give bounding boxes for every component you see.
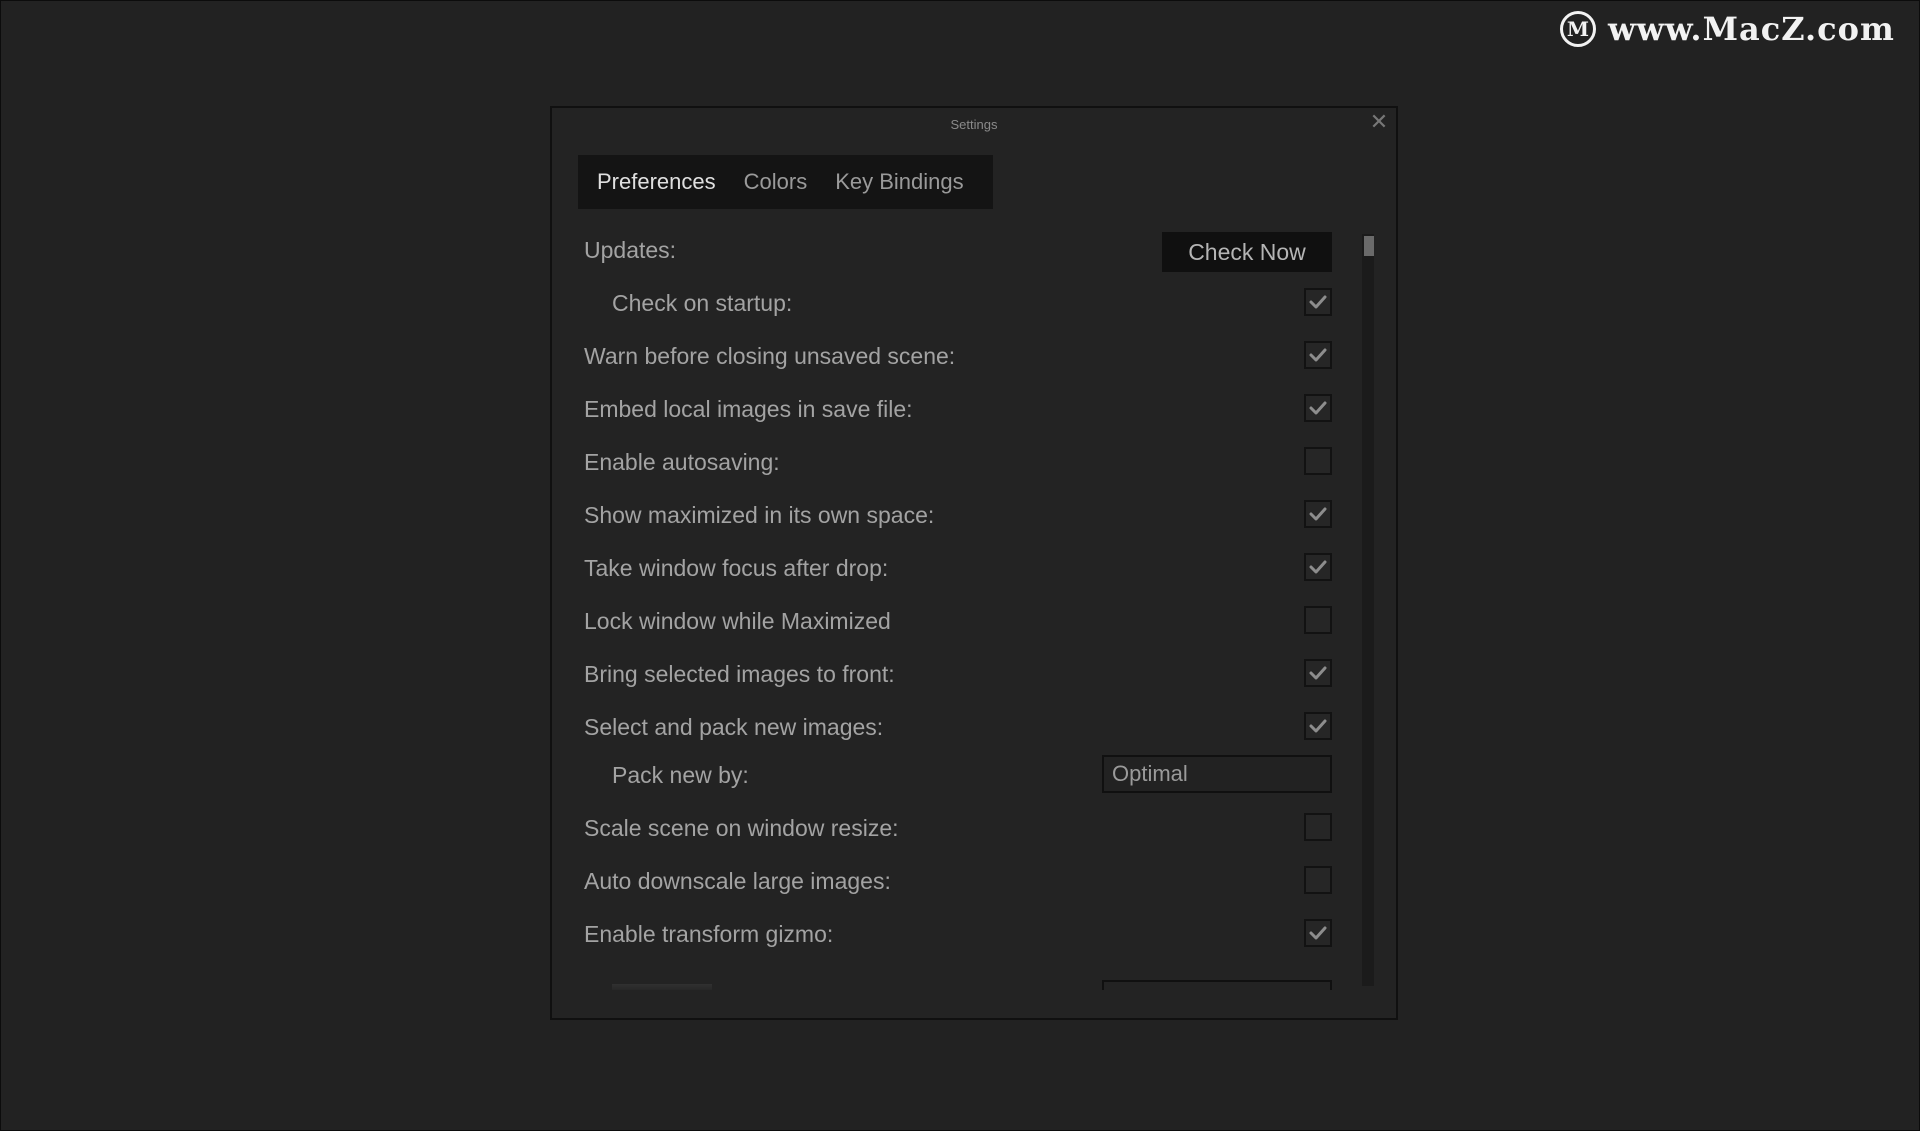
lock-window-checkbox[interactable] bbox=[1304, 606, 1332, 634]
enable-transform-gizmo-row: Enable transform gizmo: bbox=[578, 914, 1340, 954]
check-icon bbox=[1309, 348, 1327, 362]
warn-before-closing-checkbox[interactable] bbox=[1304, 341, 1332, 369]
warn-before-closing-row: Warn before closing unsaved scene: bbox=[578, 336, 1340, 376]
take-window-focus-label: Take window focus after drop: bbox=[584, 555, 889, 581]
embed-local-images-row: Embed local images in save file: bbox=[578, 389, 1340, 429]
check-on-startup-row: Check on startup: bbox=[578, 283, 1340, 323]
tab-key-bindings[interactable]: Key Bindings bbox=[826, 169, 972, 195]
check-now-button[interactable]: Check Now bbox=[1162, 232, 1332, 272]
auto-downscale-row: Auto downscale large images: bbox=[578, 861, 1340, 901]
show-maximized-row: Show maximized in its own space: bbox=[578, 495, 1340, 535]
check-icon bbox=[1309, 560, 1327, 574]
enable-autosaving-label: Enable autosaving: bbox=[584, 449, 780, 475]
close-icon[interactable]: ✕ bbox=[1368, 111, 1390, 133]
partial-row-field[interactable] bbox=[1102, 980, 1332, 990]
check-on-startup-checkbox[interactable] bbox=[1304, 288, 1332, 316]
scrollbar[interactable] bbox=[1362, 234, 1374, 986]
enable-transform-gizmo-checkbox[interactable] bbox=[1304, 919, 1332, 947]
scrollbar-thumb[interactable] bbox=[1364, 236, 1374, 256]
select-and-pack-checkbox[interactable] bbox=[1304, 712, 1332, 740]
check-icon bbox=[1309, 507, 1327, 521]
scale-scene-label: Scale scene on window resize: bbox=[584, 815, 899, 841]
scale-scene-checkbox[interactable] bbox=[1304, 813, 1332, 841]
updates-label: Updates: bbox=[584, 237, 677, 263]
lock-window-row: Lock window while Maximized bbox=[578, 601, 1340, 641]
take-window-focus-checkbox[interactable] bbox=[1304, 553, 1332, 581]
settings-dialog: Settings ✕ Preferences Colors Key Bindin… bbox=[550, 106, 1398, 1020]
updates-row: Updates: Check Now bbox=[578, 230, 1340, 272]
check-icon bbox=[1309, 719, 1327, 733]
enable-autosaving-checkbox[interactable] bbox=[1304, 447, 1332, 475]
show-maximized-checkbox[interactable] bbox=[1304, 500, 1332, 528]
watermark: M www.MacZ.com bbox=[1560, 10, 1895, 48]
bring-selected-front-checkbox[interactable] bbox=[1304, 659, 1332, 687]
lock-window-label: Lock window while Maximized bbox=[584, 608, 891, 634]
auto-downscale-label: Auto downscale large images: bbox=[584, 868, 891, 894]
check-on-startup-label: Check on startup: bbox=[612, 290, 793, 316]
pack-new-by-row: Pack new by: Optimal bbox=[578, 755, 1340, 795]
enable-transform-gizmo-label: Enable transform gizmo: bbox=[584, 921, 834, 947]
watermark-text: www.MacZ.com bbox=[1608, 10, 1895, 48]
auto-downscale-checkbox[interactable] bbox=[1304, 866, 1332, 894]
pack-new-by-label: Pack new by: bbox=[612, 762, 749, 788]
partial-row-label bbox=[612, 984, 712, 990]
check-icon bbox=[1309, 401, 1327, 415]
macz-logo-icon: M bbox=[1560, 11, 1596, 47]
check-icon bbox=[1309, 295, 1327, 309]
select-and-pack-row: Select and pack new images: bbox=[578, 707, 1340, 747]
bring-selected-front-label: Bring selected images to front: bbox=[584, 661, 895, 687]
bring-selected-front-row: Bring selected images to front: bbox=[578, 654, 1340, 694]
warn-before-closing-label: Warn before closing unsaved scene: bbox=[584, 343, 956, 369]
scale-scene-row: Scale scene on window resize: bbox=[578, 808, 1340, 848]
dialog-title: Settings bbox=[950, 117, 998, 132]
tab-bar: Preferences Colors Key Bindings bbox=[578, 155, 993, 209]
select-and-pack-label: Select and pack new images: bbox=[584, 714, 884, 740]
tab-colors[interactable]: Colors bbox=[735, 169, 817, 195]
preferences-panel: Updates: Check Now Check on startup: War… bbox=[578, 230, 1340, 990]
embed-local-images-checkbox[interactable] bbox=[1304, 394, 1332, 422]
embed-local-images-label: Embed local images in save file: bbox=[584, 396, 913, 422]
check-icon bbox=[1309, 666, 1327, 680]
pack-new-by-select[interactable]: Optimal bbox=[1102, 755, 1332, 793]
take-window-focus-row: Take window focus after drop: bbox=[578, 548, 1340, 588]
show-maximized-label: Show maximized in its own space: bbox=[584, 502, 935, 528]
check-icon bbox=[1309, 926, 1327, 940]
enable-autosaving-row: Enable autosaving: bbox=[578, 442, 1340, 482]
tab-preferences[interactable]: Preferences bbox=[588, 169, 725, 195]
